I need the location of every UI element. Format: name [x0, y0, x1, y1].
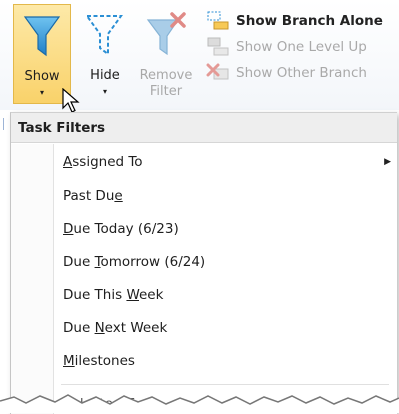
show-one-level-up-label: Show One Level Up	[236, 39, 367, 55]
menu-item-due-next-week[interactable]: Due Next Week	[63, 316, 167, 340]
remove-filter-button[interactable]: Remove Filter	[137, 4, 195, 104]
menu-item-due-this-week[interactable]: Due This Week	[63, 283, 163, 307]
ribbon: Show ▾ Hide ▾ Remove Filter Show Branch …	[0, 0, 399, 113]
remove-button-label-2: Filter	[149, 84, 183, 99]
chevron-down-icon: ▾	[102, 87, 107, 96]
remove-funnel-icon	[146, 12, 186, 56]
menu-item-label: Due Today (6/23)	[63, 221, 179, 237]
show-branch-alone-label: Show Branch Alone	[236, 13, 383, 29]
menu-item-label: Due Tomorrow (6/24)	[63, 254, 206, 270]
menu-item-label: Assigned To	[63, 154, 143, 170]
menu-item-past-due[interactable]: Past Due	[63, 184, 123, 208]
mouse-cursor-icon	[62, 88, 80, 113]
show-other-branch-button[interactable]: Show Other Branch	[206, 60, 399, 86]
show-button-label: Show	[24, 69, 60, 84]
menu-separator	[61, 384, 389, 385]
menu-item-milestones[interactable]: Milestones	[63, 349, 135, 373]
hide-filter-button[interactable]: Hide ▾	[76, 4, 134, 104]
hide-button-label: Hide	[90, 68, 120, 83]
funnel-icon	[23, 16, 61, 57]
menu-item-label: Past Due	[63, 188, 123, 204]
menu-header: Task Filters	[11, 113, 397, 143]
funnel-outline-icon	[85, 15, 123, 56]
remove-button-label: Remove	[139, 68, 193, 83]
menu-item-label: Milestones	[63, 353, 135, 369]
task-filters-menu: Task Filters Assigned To ▶ Past Due Due …	[10, 112, 397, 414]
menu-item-assigned-to[interactable]: Assigned To	[63, 150, 143, 174]
show-one-level-up-button[interactable]: Show One Level Up	[206, 34, 399, 60]
menu-item-due-tomorrow[interactable]: Due Tomorrow (6/24)	[63, 250, 205, 274]
ribbon-edge	[3, 118, 4, 130]
torn-edge	[0, 394, 399, 413]
menu-item-due-today[interactable]: Due Today (6/23)	[63, 217, 179, 241]
branch-buttons: Show Branch Alone Show One Level Up Show…	[206, 8, 399, 86]
branch-alone-icon	[206, 11, 230, 31]
one-level-up-icon	[206, 37, 230, 57]
show-other-branch-label: Show Other Branch	[236, 65, 367, 81]
menu-gutter	[11, 144, 54, 414]
other-branch-icon	[206, 63, 230, 83]
submenu-arrow-icon: ▶	[384, 157, 391, 167]
menu-item-label: Due Next Week	[63, 320, 168, 336]
show-branch-alone-button[interactable]: Show Branch Alone	[206, 8, 399, 34]
menu-item-label: Due This Week	[63, 287, 164, 303]
